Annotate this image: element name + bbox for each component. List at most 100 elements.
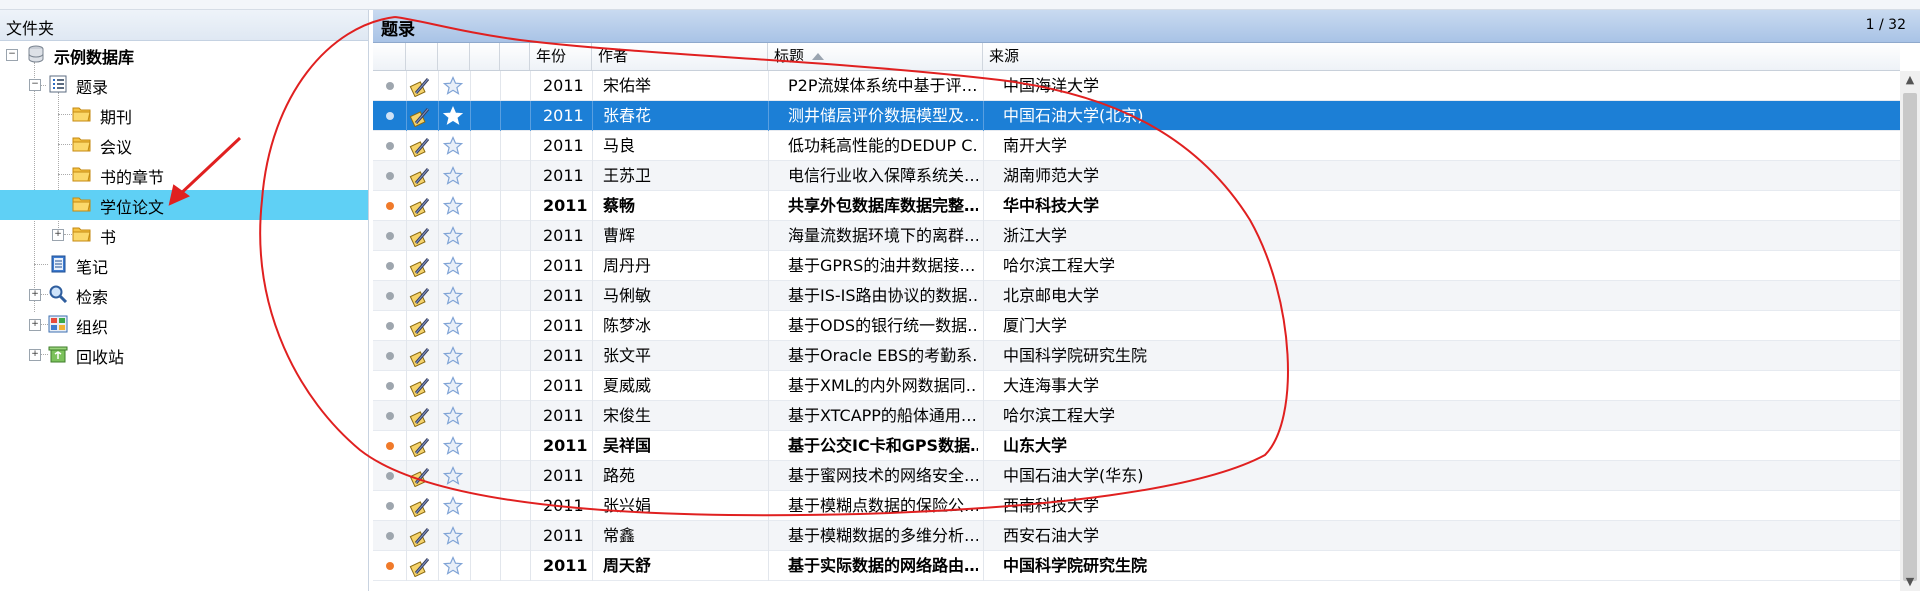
read-status-dot-icon[interactable]	[386, 142, 394, 150]
star-rating-icon[interactable]	[443, 466, 463, 486]
star-rating-icon[interactable]	[443, 106, 463, 126]
table-row[interactable]: 2011 马良 低功耗高性能的DEDUP C… 南开大学	[373, 131, 1900, 161]
table-row[interactable]: 2011 蔡畅 共享外包数据库数据完整… 华中科技大学	[373, 191, 1900, 221]
read-status-dot-icon[interactable]	[386, 382, 394, 390]
vertical-scrollbar[interactable]: ▲ ▼	[1900, 71, 1920, 591]
column-year[interactable]: 年份	[530, 43, 592, 70]
tree-item-thesis[interactable]: 学位论文	[0, 190, 368, 220]
star-rating-icon[interactable]	[443, 346, 463, 366]
read-status-dot-icon[interactable]	[386, 292, 394, 300]
read-status-dot-icon[interactable]	[386, 442, 394, 450]
read-status-dot-icon[interactable]	[386, 82, 394, 90]
star-rating-icon[interactable]	[443, 76, 463, 96]
attachment-pen-icon[interactable]	[409, 495, 431, 517]
star-rating-icon[interactable]	[443, 196, 463, 216]
read-status-dot-icon[interactable]	[386, 172, 394, 180]
attachment-pen-icon[interactable]	[409, 555, 431, 577]
read-status-dot-icon[interactable]	[386, 472, 394, 480]
column-blank-2[interactable]	[500, 43, 530, 70]
star-rating-icon[interactable]	[443, 526, 463, 546]
attachment-pen-icon[interactable]	[409, 465, 431, 487]
star-rating-icon[interactable]	[443, 556, 463, 576]
star-rating-icon[interactable]	[443, 436, 463, 456]
read-status-dot-icon[interactable]	[386, 112, 394, 120]
scroll-thumb[interactable]	[1903, 93, 1917, 581]
attachment-pen-icon[interactable]	[409, 165, 431, 187]
column-separator	[768, 71, 769, 101]
table-row[interactable]: 2011 曹辉 海量流数据环境下的离群… 浙江大学	[373, 221, 1900, 251]
tree-item-journal[interactable]: 期刊	[0, 100, 368, 130]
attachment-pen-icon[interactable]	[409, 255, 431, 277]
attachment-pen-icon[interactable]	[409, 225, 431, 247]
attachment-pen-icon[interactable]	[409, 525, 431, 547]
tree-item-book-chapter[interactable]: 书的章节	[0, 160, 368, 190]
scroll-down-arrow-icon[interactable]: ▼	[1900, 573, 1920, 591]
table-row[interactable]: 2011 张兴娟 基于模糊点数据的保险公… 西南科技大学	[373, 491, 1900, 521]
read-status-dot-icon[interactable]	[386, 232, 394, 240]
star-rating-icon[interactable]	[443, 406, 463, 426]
star-rating-icon[interactable]	[443, 136, 463, 156]
star-rating-icon[interactable]	[443, 256, 463, 276]
attachment-pen-icon[interactable]	[409, 345, 431, 367]
expand-toggle[interactable]: +	[29, 289, 41, 301]
table-row[interactable]: 2011 马俐敏 基于IS-IS路由协议的数据… 北京邮电大学	[373, 281, 1900, 311]
attachment-pen-icon[interactable]	[409, 405, 431, 427]
table-row[interactable]: 2011 吴祥国 基于公交IC卡和GPS数据… 山东大学	[373, 431, 1900, 461]
table-row[interactable]: 2011 常鑫 基于模糊数据的多维分析… 西安石油大学	[373, 521, 1900, 551]
scroll-up-arrow-icon[interactable]: ▲	[1900, 71, 1920, 89]
tree-item-search[interactable]: + 检索	[0, 280, 368, 310]
read-status-dot-icon[interactable]	[386, 532, 394, 540]
attachment-pen-icon[interactable]	[409, 75, 431, 97]
star-rating-icon[interactable]	[443, 286, 463, 306]
read-status-dot-icon[interactable]	[386, 322, 394, 330]
tree-item-recycle-bin[interactable]: + 回收站	[0, 340, 368, 370]
attachment-pen-icon[interactable]	[409, 435, 431, 457]
collapse-toggle[interactable]: −	[6, 49, 18, 61]
table-row[interactable]: 2011 陈梦冰 基于ODS的银行统一数据… 厦门大学	[373, 311, 1900, 341]
table-row[interactable]: 2011 周天舒 基于实际数据的网络路由… 中国科学院研究生院	[373, 551, 1900, 581]
star-rating-icon[interactable]	[443, 226, 463, 246]
table-row[interactable]: 2011 路苑 基于蜜网技术的网络安全… 中国石油大学(华东)	[373, 461, 1900, 491]
star-rating-icon[interactable]	[443, 496, 463, 516]
expand-toggle[interactable]: +	[29, 319, 41, 331]
column-blank-1[interactable]	[470, 43, 500, 70]
column-source[interactable]: 来源	[983, 43, 1900, 70]
table-row[interactable]: 2011 周丹丹 基于GPRS的油井数据接… 哈尔滨工程大学	[373, 251, 1900, 281]
tree-item-book[interactable]: + 书	[0, 220, 368, 250]
attachment-pen-icon[interactable]	[409, 375, 431, 397]
tree-item-organize[interactable]: + 组织	[0, 310, 368, 340]
author-cell: 常鑫	[603, 526, 636, 545]
table-row[interactable]: 2011 宋俊生 基于XTCAPP的船体通用… 哈尔滨工程大学	[373, 401, 1900, 431]
column-attachment[interactable]	[406, 43, 438, 70]
tree-item-conference[interactable]: 会议	[0, 130, 368, 160]
read-status-dot-icon[interactable]	[386, 412, 394, 420]
read-status-dot-icon[interactable]	[386, 262, 394, 270]
column-title[interactable]: 标题	[768, 43, 983, 70]
star-rating-icon[interactable]	[443, 166, 463, 186]
table-row[interactable]: 2011 宋佑举 P2P流媒体系统中基于评… 中国海洋大学	[373, 71, 1900, 101]
read-status-dot-icon[interactable]	[386, 352, 394, 360]
tree-item-notes[interactable]: 笔记	[0, 250, 368, 280]
collapse-toggle[interactable]: −	[29, 79, 41, 91]
expand-toggle[interactable]: +	[29, 349, 41, 361]
attachment-pen-icon[interactable]	[409, 135, 431, 157]
attachment-pen-icon[interactable]	[409, 285, 431, 307]
table-row[interactable]: 2011 夏威威 基于XML的内外网数据同… 大连海事大学	[373, 371, 1900, 401]
column-author[interactable]: 作者	[592, 43, 768, 70]
tree-item-references[interactable]: − 题录	[0, 70, 368, 100]
read-status-dot-icon[interactable]	[386, 502, 394, 510]
star-rating-icon[interactable]	[443, 316, 463, 336]
attachment-pen-icon[interactable]	[409, 195, 431, 217]
expand-toggle[interactable]: +	[52, 229, 64, 241]
attachment-pen-icon[interactable]	[409, 105, 431, 127]
table-row[interactable]: 2011 王苏卫 电信行业收入保障系统关… 湖南师范大学	[373, 161, 1900, 191]
table-row[interactable]: 2011 张文平 基于Oracle EBS的考勤系… 中国科学院研究生院	[373, 341, 1900, 371]
tree-item-sample-database[interactable]: − 示例数据库	[0, 40, 368, 70]
star-rating-icon[interactable]	[443, 376, 463, 396]
column-read-status[interactable]	[373, 43, 406, 70]
read-status-dot-icon[interactable]	[386, 562, 394, 570]
read-status-dot-icon[interactable]	[386, 202, 394, 210]
table-row[interactable]: 2011 张春花 测井储层评价数据模型及… 中国石油大学(北京)	[373, 101, 1900, 131]
attachment-pen-icon[interactable]	[409, 315, 431, 337]
column-rating[interactable]	[438, 43, 470, 70]
